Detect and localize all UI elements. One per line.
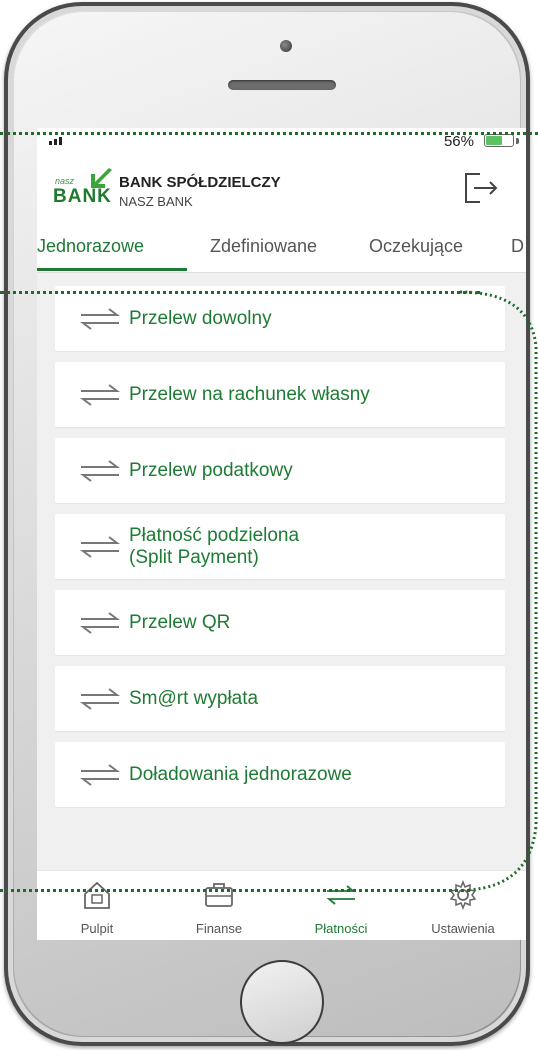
- bank-logo: nasz BANK: [53, 166, 113, 212]
- home-icon: [84, 881, 110, 909]
- item-label: Przelew dowolny: [129, 307, 272, 329]
- app-header: nasz BANK BANK SPÓŁDZIELCZY NASZ BANK: [37, 154, 526, 222]
- item-label: Doładowania jednorazowe: [129, 763, 352, 785]
- transfer-arrows-icon: [80, 687, 120, 710]
- signal-icon: [49, 137, 62, 145]
- transfer-arrows-icon: [80, 763, 120, 786]
- camera: [280, 40, 292, 52]
- wallet-icon: [205, 883, 233, 907]
- home-button[interactable]: [240, 960, 324, 1044]
- battery-percentage: 56%: [443, 133, 474, 150]
- item-label-line-1: Płatność podzielona: [129, 524, 300, 546]
- active-tab-indicator: [37, 268, 187, 271]
- logout-icon[interactable]: [460, 170, 500, 206]
- item-label: Przelew podatkowy: [129, 459, 293, 481]
- battery-cap: [516, 138, 519, 144]
- item-label: Sm@rt wypłata: [129, 687, 259, 709]
- transfer-arrows-icon: [80, 307, 120, 330]
- speaker: [228, 80, 336, 90]
- logo-arrow-icon: [91, 168, 112, 188]
- list-item[interactable]: Sm@rt wypłata: [55, 666, 505, 731]
- bottom-navigation: Pulpit Finanse Płatności Ustawienia: [37, 870, 526, 940]
- annotation-dotted-line: [0, 132, 538, 135]
- nav-pulpit[interactable]: Pulpit: [37, 871, 157, 940]
- item-label: Przelew QR: [129, 611, 231, 633]
- list-item[interactable]: Przelew na rachunek własny: [55, 362, 505, 427]
- transfer-arrows-icon: [80, 535, 120, 558]
- item-label-line-2: (Split Payment): [129, 546, 259, 568]
- annotation-dotted-curve: [460, 290, 538, 892]
- app-screen: 56% nasz BANK BANK SPÓŁDZIELCZY NASZ BAN…: [37, 128, 526, 940]
- item-label: Przelew na rachunek własny: [129, 383, 370, 405]
- item-label: Płatność podzielona (Split Payment): [129, 525, 299, 569]
- logo-small-text: nasz: [55, 176, 75, 186]
- battery-icon: [484, 134, 514, 147]
- nav-label: Płatności: [314, 921, 368, 936]
- list-item[interactable]: Przelew QR: [55, 590, 505, 655]
- bank-name: BANK SPÓŁDZIELCZY: [119, 174, 281, 191]
- annotation-dotted-line: [0, 291, 480, 294]
- payment-types-list: Przelew dowolny Przelew na rachunek włas…: [55, 286, 505, 818]
- nav-finanse[interactable]: Finanse: [159, 871, 279, 940]
- transfer-arrows-icon: [80, 611, 120, 634]
- transfer-arrows-icon: [80, 459, 120, 482]
- nav-label: Ustawienia: [431, 921, 495, 936]
- list-item[interactable]: Przelew dowolny: [55, 286, 505, 351]
- transfer-arrows-icon: [80, 383, 120, 406]
- list-item[interactable]: Doładowania jednorazowe: [55, 742, 505, 807]
- nav-label: Finanse: [195, 921, 243, 936]
- tab-bar: Jednorazowe Zdefiniowane Oczekujące D: [37, 222, 526, 273]
- bank-subtitle: NASZ BANK: [119, 194, 193, 209]
- annotation-dotted-line: [0, 889, 470, 892]
- tab-jednorazowe[interactable]: Jednorazowe: [37, 236, 144, 257]
- nav-label: Pulpit: [80, 921, 114, 936]
- list-item[interactable]: Płatność podzielona (Split Payment): [55, 514, 505, 579]
- transfer-arrows-icon: [326, 885, 356, 905]
- nav-platnosci[interactable]: Płatności: [281, 871, 401, 940]
- list-item[interactable]: Przelew podatkowy: [55, 438, 505, 503]
- tab-more[interactable]: D: [511, 236, 524, 257]
- tab-oczekujace[interactable]: Oczekujące: [369, 236, 463, 257]
- tab-zdefiniowane[interactable]: Zdefiniowane: [210, 236, 317, 257]
